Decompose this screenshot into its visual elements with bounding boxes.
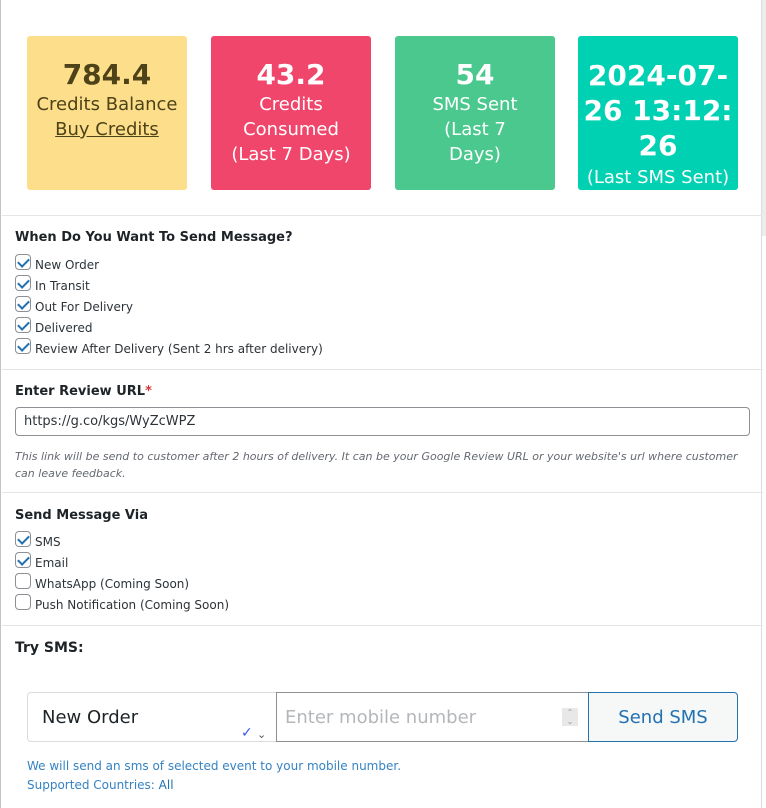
channels-title: Send Message Via (15, 508, 148, 523)
try-sms-note: We will send an sms of selected event to… (27, 757, 401, 795)
review-url-hint: This link will be send to customer after… (15, 450, 738, 480)
events-list: New Order In Transit Out For Delivery Deliv… (15, 253, 323, 359)
event-select-value: New Order (42, 707, 139, 728)
checkbox-label[interactable]: SMS (35, 535, 61, 549)
chevron-down-icon: ✓ (241, 725, 253, 741)
settings-panel: 784.4 Credits Balance Buy Credits 43.2 C… (0, 0, 763, 808)
last-sms-label: (Last SMS Sent) (586, 167, 730, 188)
buy-credits-link[interactable]: Buy Credits (55, 117, 159, 142)
checkbox-label[interactable]: Delivered (35, 321, 92, 335)
divider (2, 625, 763, 626)
supported-countries: Supported Countries: All (27, 776, 401, 795)
checkbox-row[interactable]: In Transit (15, 274, 323, 296)
credits-consumed-card: 43.2 Credits Consumed (Last 7 Days) (211, 36, 371, 190)
supported-countries-label: Supported Countries: (27, 778, 155, 792)
try-sms-note-text: We will send an sms of selected event to… (27, 759, 402, 773)
divider (2, 492, 763, 493)
event-select[interactable]: New Order ✓ ⌄ (27, 692, 277, 742)
chevron-down-icon: ⌄ (257, 728, 267, 741)
credits-consumed-label: Credits Consumed (Last 7 Days) (231, 94, 351, 165)
supported-countries-value: All (158, 778, 174, 792)
checkbox-checked-icon[interactable] (15, 253, 31, 270)
checkbox-row[interactable]: WhatsApp (Coming Soon) (15, 572, 229, 594)
scrollbar[interactable] (762, 0, 766, 236)
checkbox-label[interactable]: Out For Delivery (35, 300, 133, 314)
checkbox-row[interactable]: Out For Delivery (15, 295, 323, 317)
channels-list: SMS Email WhatsApp (Coming Soon) Push Notif… (15, 530, 229, 615)
checkbox-label[interactable]: Push Notification (Coming Soon) (35, 598, 229, 612)
number-spinner-icon[interactable]: ⌃ ⌄ (562, 708, 578, 726)
last-sms-value: 2024-07-26 13:12:26 (583, 59, 733, 162)
checkbox-unchecked-icon[interactable] (15, 572, 31, 589)
sms-sent-value: 54 (455, 58, 495, 91)
checkbox-label[interactable]: WhatsApp (Coming Soon) (35, 577, 189, 591)
checkbox-label[interactable]: Email (35, 556, 68, 570)
divider (2, 215, 763, 216)
checkbox-row[interactable]: SMS (15, 530, 229, 552)
checkbox-label[interactable]: Review After Delivery (Sent 2 hrs after … (35, 342, 323, 356)
checkbox-label[interactable]: New Order (35, 258, 99, 272)
checkbox-row[interactable]: Email (15, 551, 229, 573)
checkbox-unchecked-icon[interactable] (15, 593, 31, 610)
send-sms-button[interactable]: Send SMS (588, 692, 738, 742)
checkbox-row[interactable]: New Order (15, 253, 323, 275)
checkbox-row[interactable]: Delivered (15, 316, 323, 338)
checkbox-row[interactable]: Review After Delivery (Sent 2 hrs after … (15, 337, 323, 359)
checkbox-checked-icon[interactable] (15, 337, 31, 354)
sms-sent-label: SMS Sent (Last 7 Days) (432, 94, 518, 165)
checkbox-checked-icon[interactable] (15, 530, 31, 547)
checkbox-checked-icon[interactable] (15, 295, 31, 312)
review-url-input[interactable] (15, 407, 750, 436)
review-url-label-text: Enter Review URL (15, 384, 146, 399)
required-mark: * (145, 384, 152, 399)
sms-sent-card: 54 SMS Sent (Last 7 Days) (395, 36, 555, 190)
mobile-number-input[interactable] (276, 692, 589, 742)
checkbox-label[interactable]: In Transit (35, 279, 90, 293)
checkbox-row[interactable]: Push Notification (Coming Soon) (15, 593, 229, 615)
try-sms-title: Try SMS: (15, 640, 84, 656)
credits-balance-label: Credits Balance (36, 94, 178, 115)
checkbox-checked-icon[interactable] (15, 316, 31, 333)
checkbox-checked-icon[interactable] (15, 551, 31, 568)
checkbox-checked-icon[interactable] (15, 274, 31, 291)
last-sms-card: 2024-07-26 13:12:26 (Last SMS Sent) (578, 36, 738, 190)
credits-balance-card: 784.4 Credits Balance Buy Credits (27, 36, 187, 190)
credits-consumed-value: 43.2 (256, 58, 326, 91)
divider (2, 369, 763, 370)
events-title: When Do You Want To Send Message? (15, 230, 293, 245)
credits-balance-value: 784.4 (62, 58, 152, 91)
review-url-label: Enter Review URL* (15, 384, 152, 399)
